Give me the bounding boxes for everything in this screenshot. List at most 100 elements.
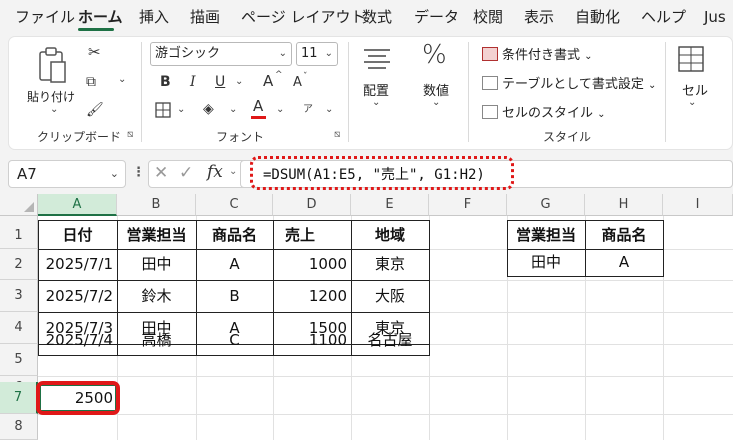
- bold-button[interactable]: B: [160, 74, 171, 90]
- tab-help[interactable]: ヘルプ: [641, 8, 686, 26]
- column-header-i[interactable]: I: [663, 194, 733, 216]
- enter-icon[interactable]: ✓: [179, 163, 193, 183]
- row-header-7[interactable]: 7: [0, 382, 38, 414]
- fill-color-dropdown-icon[interactable]: ⌄: [229, 104, 237, 115]
- table-header-cell[interactable]: 売上: [273, 220, 351, 250]
- row-header-2[interactable]: 2: [0, 249, 38, 280]
- table-cell[interactable]: 1000: [273, 249, 351, 279]
- table-header-cell[interactable]: 日付: [38, 220, 117, 250]
- cells-icon[interactable]: [678, 46, 704, 72]
- table-cell[interactable]: 鈴木: [117, 281, 196, 311]
- table-cell[interactable]: 田中: [117, 249, 196, 279]
- tab-review[interactable]: 校閲: [473, 8, 503, 26]
- tab-view[interactable]: 表示: [524, 8, 554, 26]
- table-header-cell[interactable]: 商品名: [196, 220, 273, 250]
- formula-highlight-annotation: [250, 156, 514, 190]
- table-cell[interactable]: 2025/7/4: [38, 325, 117, 355]
- criteria-cell[interactable]: 田中: [507, 247, 585, 277]
- conditional-formatting-button[interactable]: 条件付き書式 ⌄: [482, 44, 593, 63]
- table-cell[interactable]: 2025/7/2: [38, 281, 117, 311]
- italic-button[interactable]: I: [190, 74, 196, 90]
- row-header-4[interactable]: 4: [0, 312, 38, 344]
- name-box[interactable]: A7 ⌄: [8, 160, 126, 188]
- table-cell[interactable]: 2025/7/1: [38, 249, 117, 279]
- row-header-3[interactable]: 3: [0, 280, 38, 312]
- table-cell[interactable]: 高橋: [117, 325, 196, 355]
- table-cell[interactable]: 東京: [351, 249, 429, 279]
- chevron-down-icon[interactable]: ⌄: [229, 166, 237, 177]
- table-border: [429, 220, 430, 356]
- paste-dropdown-icon[interactable]: ⌄: [50, 104, 58, 115]
- table-cell[interactable]: C: [196, 325, 273, 355]
- chevron-down-icon: ⌄: [584, 51, 593, 62]
- tab-file[interactable]: ファイル: [15, 8, 75, 26]
- font-color-dropdown-icon[interactable]: ⌄: [276, 104, 284, 115]
- furigana-icon[interactable]: ア: [303, 100, 313, 115]
- caret-up-icon: ^: [275, 70, 283, 80]
- chevron-down-icon: ⌄: [647, 80, 657, 91]
- row-header-5[interactable]: 5: [0, 344, 38, 376]
- column-header-f[interactable]: F: [429, 194, 507, 216]
- criteria-header-cell[interactable]: 商品名: [585, 220, 663, 250]
- tab-formulas[interactable]: 数式: [362, 8, 392, 26]
- copy-icon[interactable]: ⧉: [86, 74, 96, 90]
- paste-label[interactable]: 貼り付け: [27, 88, 75, 105]
- criteria-cell[interactable]: A: [585, 247, 663, 277]
- clipboard-launcher-icon[interactable]: ⧅: [127, 129, 133, 140]
- alignment-icon[interactable]: [362, 48, 392, 70]
- borders-icon[interactable]: [155, 102, 171, 118]
- grow-font-button[interactable]: A: [263, 73, 273, 89]
- more-options-icon[interactable]: ⋮: [132, 165, 145, 180]
- tab-draw[interactable]: 描画: [190, 8, 220, 26]
- table-cell[interactable]: B: [196, 281, 273, 311]
- shrink-font-button[interactable]: A: [293, 75, 302, 91]
- criteria-header-cell[interactable]: 営業担当: [507, 220, 585, 250]
- row-header-8[interactable]: 8: [0, 414, 38, 440]
- format-painter-icon[interactable]: 🖌: [86, 102, 104, 118]
- table-header-cell[interactable]: 営業担当: [117, 220, 196, 250]
- column-header-a[interactable]: A: [38, 194, 117, 216]
- underline-dropdown-icon[interactable]: ⌄: [235, 76, 243, 87]
- font-color-button[interactable]: A: [253, 98, 263, 114]
- tab-data[interactable]: データ: [414, 8, 459, 26]
- column-header-g[interactable]: G: [507, 194, 585, 216]
- table-cell[interactable]: 1200: [273, 281, 351, 311]
- font-size-select[interactable]: 11 ⌄: [296, 42, 338, 66]
- table-cell[interactable]: 名古屋: [351, 325, 429, 355]
- table-cell[interactable]: A: [196, 249, 273, 279]
- paste-icon[interactable]: [36, 46, 70, 86]
- tab-page-layout[interactable]: ページ レイアウト: [241, 8, 365, 26]
- copy-dropdown-icon[interactable]: ⌄: [118, 74, 126, 85]
- borders-dropdown-icon[interactable]: ⌄: [177, 104, 185, 115]
- column-header-c[interactable]: C: [196, 194, 273, 216]
- ribbon-tabs: ファイル ホーム 挿入 描画 ページ レイアウト 数式 データ 校閲 表示 自動…: [0, 0, 733, 34]
- fill-color-icon[interactable]: ◈: [203, 101, 214, 117]
- format-as-table-button[interactable]: テーブルとして書式設定 ⌄: [482, 73, 656, 92]
- alignment-dropdown-icon[interactable]: ⌄: [372, 97, 380, 108]
- row-header-1[interactable]: 1: [0, 216, 38, 249]
- number-dropdown-icon[interactable]: ⌄: [432, 97, 440, 108]
- column-header-e[interactable]: E: [351, 194, 429, 216]
- table-cell[interactable]: 大阪: [351, 281, 429, 311]
- tab-home[interactable]: ホーム: [78, 8, 123, 26]
- cut-icon[interactable]: ✂: [88, 44, 101, 60]
- table-cell[interactable]: 1100: [273, 325, 351, 355]
- tab-jus[interactable]: Jus: [704, 8, 726, 26]
- underline-button[interactable]: U: [215, 74, 225, 90]
- insert-function-icon[interactable]: fx: [207, 162, 223, 182]
- cell-styles-button[interactable]: セルのスタイル ⌄: [482, 102, 606, 121]
- select-all-button[interactable]: [0, 194, 38, 216]
- tab-insert[interactable]: 挿入: [139, 8, 169, 26]
- cells-dropdown-icon[interactable]: ⌄: [688, 97, 696, 108]
- column-header-d[interactable]: D: [273, 194, 351, 216]
- cancel-icon[interactable]: ✕: [154, 163, 168, 183]
- column-header-b[interactable]: B: [117, 194, 196, 216]
- column-header-h[interactable]: H: [585, 194, 663, 216]
- table-header-cell[interactable]: 地域: [351, 220, 429, 250]
- table-border: [38, 355, 429, 356]
- font-name-select[interactable]: 游ゴシック ⌄: [150, 42, 292, 66]
- furigana-dropdown-icon[interactable]: ⌄: [325, 104, 333, 115]
- tab-automate[interactable]: 自動化: [575, 8, 620, 26]
- number-format-icon[interactable]: %: [422, 40, 447, 70]
- font-launcher-icon[interactable]: ⧅: [334, 129, 340, 140]
